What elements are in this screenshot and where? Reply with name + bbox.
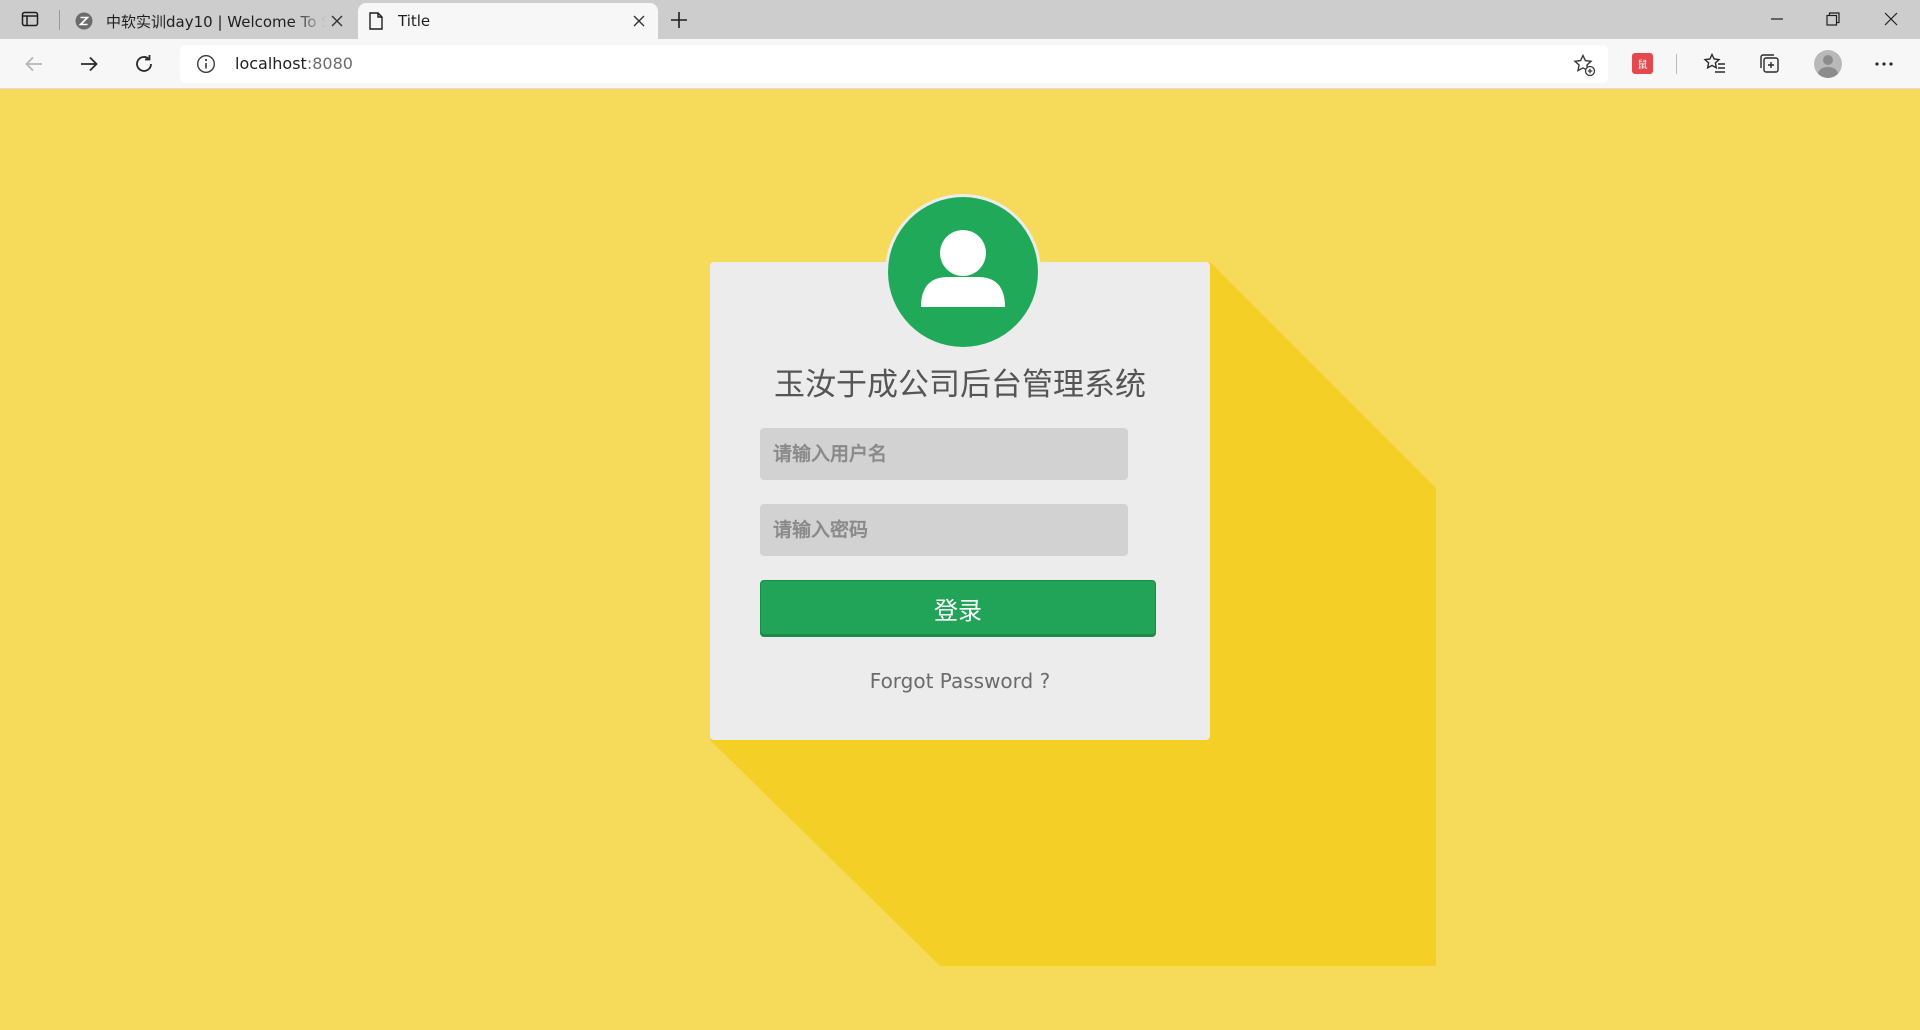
close-window-icon[interactable] [1878,6,1904,32]
back-icon[interactable] [21,51,47,77]
page-viewport: 玉汝于成公司后台管理系统 登录 Forgot Password ? [0,89,1920,1030]
url-host: localhost [235,54,307,73]
forward-icon[interactable] [76,51,102,77]
tab-active[interactable]: Title [358,3,658,39]
extension-icon[interactable]: 鼠 [1632,53,1653,74]
tab-inactive[interactable]: 中软实训day10 | Welcome To Stu [66,3,356,39]
page-icon [366,11,386,31]
forgot-password-link[interactable]: Forgot Password ? [710,669,1210,693]
refresh-icon[interactable] [131,51,157,77]
info-icon[interactable] [196,54,216,74]
url-port: :8080 [306,54,353,73]
username-input[interactable] [760,428,1128,480]
user-avatar-icon [888,197,1038,347]
tab-actions-icon[interactable] [19,8,41,30]
navigation-bar: localhost:8080 鼠 [0,39,1920,89]
profile-avatar[interactable] [1814,50,1842,78]
favorites-icon[interactable] [1702,51,1728,77]
restore-icon[interactable] [1820,6,1846,32]
tab-title: 中软实训day10 | Welcome To Stu [106,12,326,31]
toolbar-divider [1676,54,1677,74]
z-logo-icon [74,11,94,31]
login-button[interactable]: 登录 [760,580,1156,637]
system-title: 玉汝于成公司后台管理系统 [774,367,1146,403]
minimize-icon[interactable] [1764,6,1790,32]
tab-bar: 中软实训day10 | Welcome To Stu Title [0,0,1920,39]
password-input[interactable] [760,504,1128,556]
close-tab-icon[interactable] [628,10,650,32]
add-favorite-icon[interactable] [1572,53,1596,77]
collections-icon[interactable] [1757,51,1783,77]
address-bar[interactable]: localhost:8080 [180,45,1608,83]
close-tab-icon[interactable] [326,10,348,32]
new-tab-icon[interactable] [667,8,691,32]
tab-title: Title [398,12,431,30]
tab-divider [59,10,60,30]
url-text[interactable]: localhost:8080 [235,54,353,73]
more-options-icon[interactable] [1871,51,1897,77]
